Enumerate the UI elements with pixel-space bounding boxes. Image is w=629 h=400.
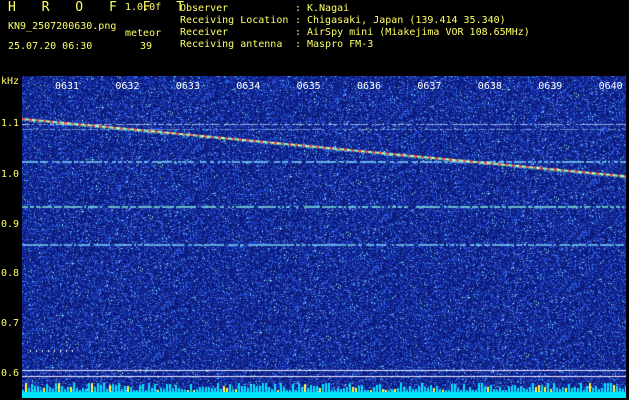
info-key: Receiving antenna: [180, 39, 283, 50]
y-tick-label: 1.0: [1, 169, 20, 180]
info-value: Chigasaki, Japan (139.414 35.340): [307, 15, 506, 26]
y-tick-label: 0.8: [1, 268, 20, 279]
x-tick-label: 0632: [115, 81, 140, 92]
info-value: K.Nagai: [307, 3, 350, 14]
info-colon: :: [295, 15, 302, 26]
x-tick-label: 0635: [296, 81, 321, 92]
info-row-antenna: Receiving antenna: Maspro FM-3: [180, 39, 373, 50]
meteor-count: 39: [140, 41, 153, 52]
x-tick-label: 0634: [236, 81, 261, 92]
info-key: Receiver: [180, 27, 229, 38]
app-version: 1.0.0f: [125, 2, 162, 13]
x-tick-label: 0631: [55, 81, 80, 92]
timestamp: 25.07.20 06:30: [8, 41, 93, 52]
x-tick-label: 0640: [598, 81, 623, 92]
y-axis-unit-label: kHz: [1, 76, 20, 87]
info-colon: :: [295, 3, 302, 14]
x-tick-label: 0633: [175, 81, 200, 92]
x-tick-label: 0639: [538, 81, 563, 92]
info-row-receiver: Receiver: AirSpy mini (Miakejima VOR 108.…: [180, 27, 530, 38]
info-colon: :: [295, 39, 302, 50]
y-tick-label: 0.6: [1, 368, 20, 379]
spectrogram-canvas: [22, 76, 626, 398]
y-tick-label: 0.7: [1, 318, 20, 329]
x-tick-label: 0638: [477, 81, 502, 92]
file-name: KN9_2507200630.png: [8, 21, 117, 32]
info-colon: :: [295, 27, 302, 38]
y-tick-label: 0.9: [1, 219, 20, 230]
meteor-label: meteor: [125, 28, 162, 39]
app-title: H R O F F T: [8, 0, 194, 15]
info-value: Maspro FM-3: [307, 39, 374, 50]
spectrogram: [22, 76, 626, 398]
info-key: Observer: [180, 3, 229, 14]
x-tick-label: 0637: [417, 81, 442, 92]
info-key: Receiving Location: [180, 15, 289, 26]
info-row-observer: Observer: K.Nagai: [180, 3, 349, 14]
info-value: AirSpy mini (Miakejima VOR 108.65MHz): [307, 27, 530, 38]
x-tick-label: 0636: [357, 81, 382, 92]
y-tick-label: 1.1: [1, 118, 20, 129]
info-row-location: Receiving Location: Chigasaki, Japan (139…: [180, 15, 506, 26]
